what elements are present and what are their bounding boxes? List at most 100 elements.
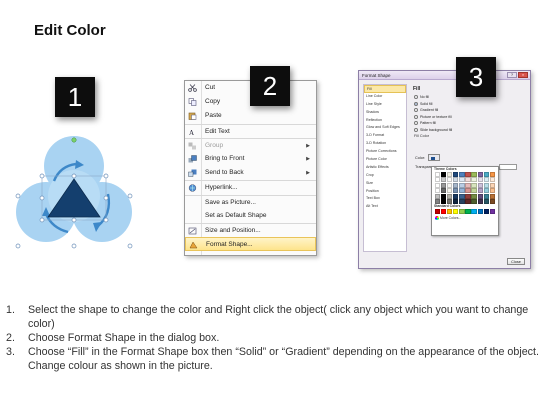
color-swatch[interactable] [489,193,495,199]
color-swatch[interactable] [459,182,465,188]
nav-item-line-color[interactable]: Line Color [364,93,406,101]
color-swatch[interactable] [447,209,453,214]
color-swatch[interactable] [459,188,465,194]
color-swatch[interactable] [489,182,495,188]
color-swatch[interactable] [489,199,495,205]
nav-item-3-d-format[interactable]: 3-D Format [364,132,406,140]
color-swatch[interactable] [477,182,483,188]
nav-item-3-d-rotation[interactable]: 3-D Rotation [364,140,406,148]
menu-item-size-and-position[interactable]: Size and Position... [185,222,316,237]
color-swatch[interactable] [477,199,483,205]
color-swatch[interactable] [471,182,477,188]
color-swatch[interactable] [471,209,477,214]
color-swatch[interactable] [447,188,453,194]
nav-item-fill[interactable]: Fill [364,85,406,93]
color-swatch[interactable] [483,172,489,177]
radio-button[interactable] [414,114,418,119]
radio-button[interactable] [414,101,418,106]
radio-button[interactable] [414,95,418,100]
color-swatch[interactable] [435,209,441,214]
color-swatch[interactable] [465,177,471,183]
nav-item-artistic-effects[interactable]: Artistic Effects [364,164,406,172]
color-swatch[interactable] [471,199,477,205]
menu-item-hyperlink[interactable]: Hyperlink... [185,180,316,194]
menu-item-bring-to-front[interactable]: Bring to Front ▶ [185,152,316,166]
nav-item-crop[interactable]: Crop [364,172,406,180]
color-swatch[interactable] [453,182,459,188]
color-swatch[interactable] [447,172,453,177]
color-swatch[interactable] [441,172,447,177]
color-swatch[interactable] [483,199,489,205]
menu-item-save-as-picture[interactable]: Save as Picture... [185,194,316,209]
color-swatch[interactable] [471,193,477,199]
color-swatch[interactable] [477,172,483,177]
color-swatch[interactable] [459,172,465,177]
nav-item-reflection[interactable]: Reflection [364,117,406,125]
color-swatch[interactable] [453,193,459,199]
menu-item-format-shape[interactable]: Format Shape... [185,237,316,252]
menu-item-send-to-back[interactable]: Send to Back ▶ [185,166,316,180]
color-swatch[interactable] [483,209,489,214]
color-swatch[interactable] [459,209,465,214]
color-swatch[interactable] [483,177,489,183]
radio-button[interactable] [414,108,418,113]
nav-item-text-box[interactable]: Text Box [364,195,406,203]
selected-shape-canvas[interactable] [14,136,134,252]
color-swatch[interactable] [471,172,477,177]
color-swatch[interactable] [483,182,489,188]
color-swatch[interactable] [453,177,459,183]
color-swatch[interactable] [465,199,471,205]
radio-button[interactable] [414,121,418,126]
color-swatch[interactable] [435,172,441,177]
color-swatch[interactable] [477,193,483,199]
color-swatch[interactable] [453,209,459,214]
more-colors-link[interactable]: More Colors... [432,215,498,220]
nav-item-picture-corrections[interactable]: Picture Corrections [364,148,406,156]
rotation-handle[interactable] [71,137,77,143]
fill-option-slide-background-fill[interactable]: Slide background fill [411,127,527,134]
nav-item-picture-color[interactable]: Picture Color [364,156,406,164]
color-swatch[interactable] [489,172,495,177]
color-picker-button[interactable] [428,154,441,161]
menu-item-edit-text[interactable]: A Edit Text [185,123,316,138]
color-swatch[interactable] [471,188,477,194]
color-swatch[interactable] [453,172,459,177]
nav-item-alt-text[interactable]: Alt Text [364,203,406,211]
color-swatch[interactable] [477,209,483,214]
color-swatch[interactable] [477,177,483,183]
color-swatch[interactable] [447,193,453,199]
color-swatch[interactable] [483,188,489,194]
color-swatch[interactable] [483,193,489,199]
menu-item-group[interactable]: Group ▶ [185,137,316,152]
color-swatch[interactable] [453,188,459,194]
color-swatch[interactable] [465,182,471,188]
color-swatch[interactable] [489,188,495,194]
transparency-input[interactable] [499,164,517,170]
color-swatch[interactable] [465,209,471,214]
color-swatch[interactable] [447,177,453,183]
color-swatch[interactable] [489,177,495,183]
color-swatch[interactable] [465,188,471,194]
nav-item-shadow[interactable]: Shadow [364,109,406,117]
nav-item-glow-and-soft-edges[interactable]: Glow and Soft Edges [364,124,406,132]
color-swatch[interactable] [441,177,447,183]
color-swatch[interactable] [489,209,495,214]
color-swatch[interactable] [441,182,447,188]
color-swatch[interactable] [435,177,441,183]
color-swatch[interactable] [477,188,483,194]
color-swatch[interactable] [465,193,471,199]
color-swatch[interactable] [447,182,453,188]
color-swatch[interactable] [435,193,441,199]
color-swatch[interactable] [471,177,477,183]
color-swatch[interactable] [465,172,471,177]
color-swatch[interactable] [441,193,447,199]
color-swatch[interactable] [459,193,465,199]
close-icon[interactable]: × [518,72,528,78]
close-button[interactable]: Close [507,258,525,265]
color-swatch[interactable] [435,188,441,194]
nav-item-position[interactable]: Position [364,188,406,196]
help-icon[interactable]: ? [507,72,517,78]
color-swatch[interactable] [441,188,447,194]
color-swatch[interactable] [459,177,465,183]
menu-item-set-as-default-shape[interactable]: Set as Default Shape [185,209,316,223]
